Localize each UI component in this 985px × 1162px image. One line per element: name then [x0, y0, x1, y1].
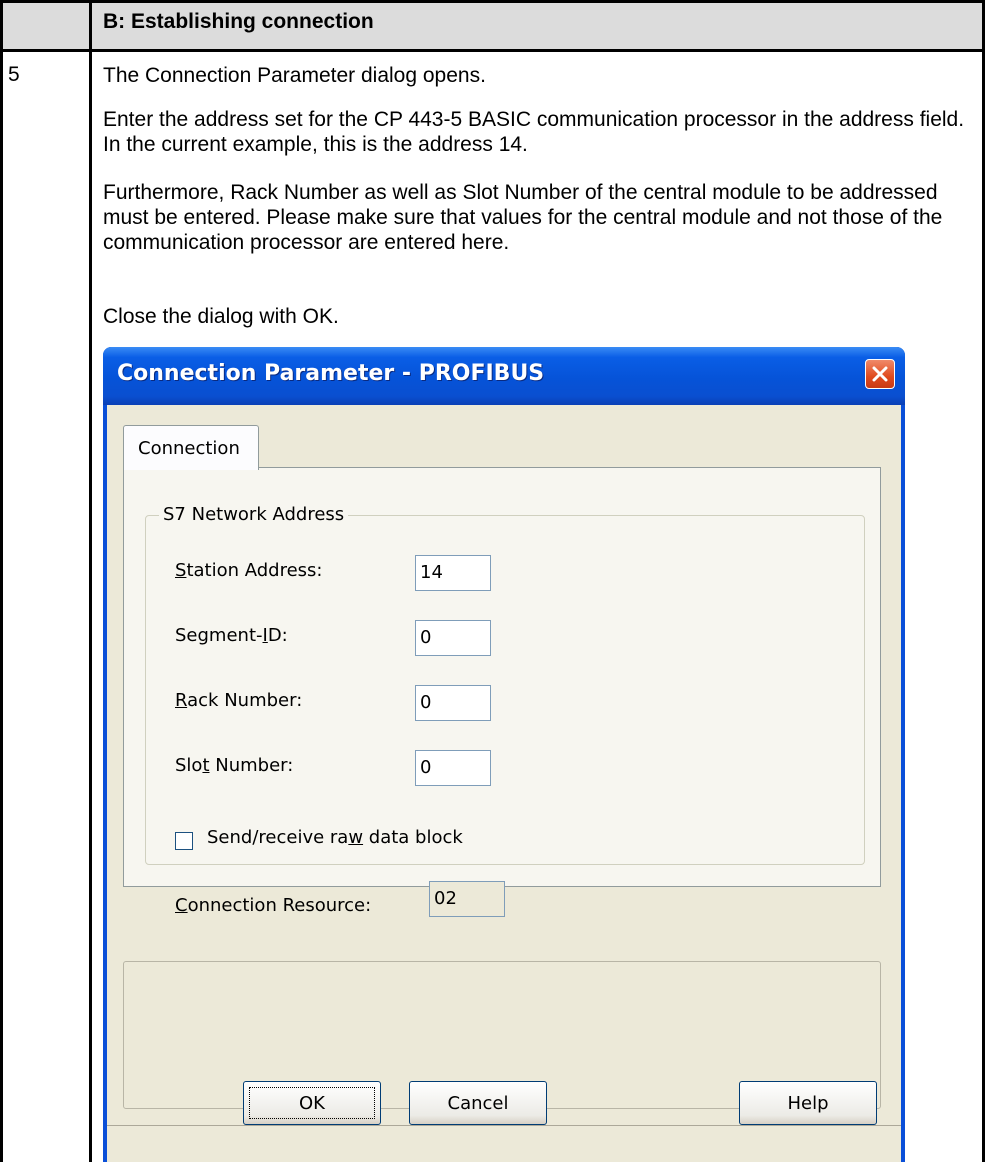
help-button[interactable]: Help — [739, 1081, 877, 1125]
connection-resource-field: 02 — [429, 881, 505, 917]
tab-connection[interactable]: Connection — [123, 425, 259, 470]
raw-data-block-checkbox[interactable] — [175, 832, 193, 850]
segment-id-label: Segment-ID: — [175, 625, 288, 646]
close-button[interactable] — [865, 359, 895, 389]
focus-rectangle — [249, 1087, 375, 1119]
slot-number-input[interactable]: 0 — [415, 750, 491, 786]
station-address-input[interactable]: 14 — [415, 555, 491, 591]
ok-button[interactable]: OK — [243, 1081, 381, 1125]
section-title: B: Establishing connection — [103, 10, 374, 33]
table-column-divider — [89, 0, 92, 1162]
table-top-border — [0, 0, 985, 3]
paragraph-rack-slot: Furthermore, Rack Number as well as Slot… — [103, 181, 943, 254]
rack-number-label: Rack Number: — [175, 690, 303, 711]
dialog-title: Connection Parameter - PROFIBUS — [117, 361, 545, 386]
paragraph-close-ok: Close the dialog with OK. — [103, 305, 339, 328]
step-number: 5 — [8, 63, 20, 86]
connection-parameter-dialog: Connection Parameter - PROFIBUS Connecti… — [103, 347, 905, 1162]
dialog-client-area: Connection S7 Network Address Station Ad… — [107, 405, 901, 1162]
paragraph-dialog-opens: The Connection Parameter dialog opens. — [103, 64, 486, 87]
raw-data-block-label[interactable]: Send/receive raw data block — [207, 827, 463, 848]
cancel-button-label: Cancel — [447, 1093, 509, 1114]
close-icon — [872, 366, 888, 382]
table-header-divider — [0, 49, 985, 52]
dialog-title-bar[interactable]: Connection Parameter - PROFIBUS — [103, 347, 905, 405]
cancel-button[interactable]: Cancel — [409, 1081, 547, 1125]
help-button-label: Help — [787, 1093, 829, 1114]
slot-number-label: Slot Number: — [175, 755, 294, 776]
paragraph-address: Enter the address set for the CP 443-5 B… — [103, 108, 965, 156]
segment-id-input[interactable]: 0 — [415, 620, 491, 656]
rack-number-input[interactable]: 0 — [415, 685, 491, 721]
button-separator — [107, 1125, 901, 1126]
station-address-label: Station Address: — [175, 560, 323, 581]
tab-connection-label: Connection — [138, 438, 240, 459]
group-title: S7 Network Address — [159, 504, 349, 525]
connection-resource-label: Connection Resource: — [175, 895, 372, 916]
table-left-border — [0, 0, 3, 1162]
